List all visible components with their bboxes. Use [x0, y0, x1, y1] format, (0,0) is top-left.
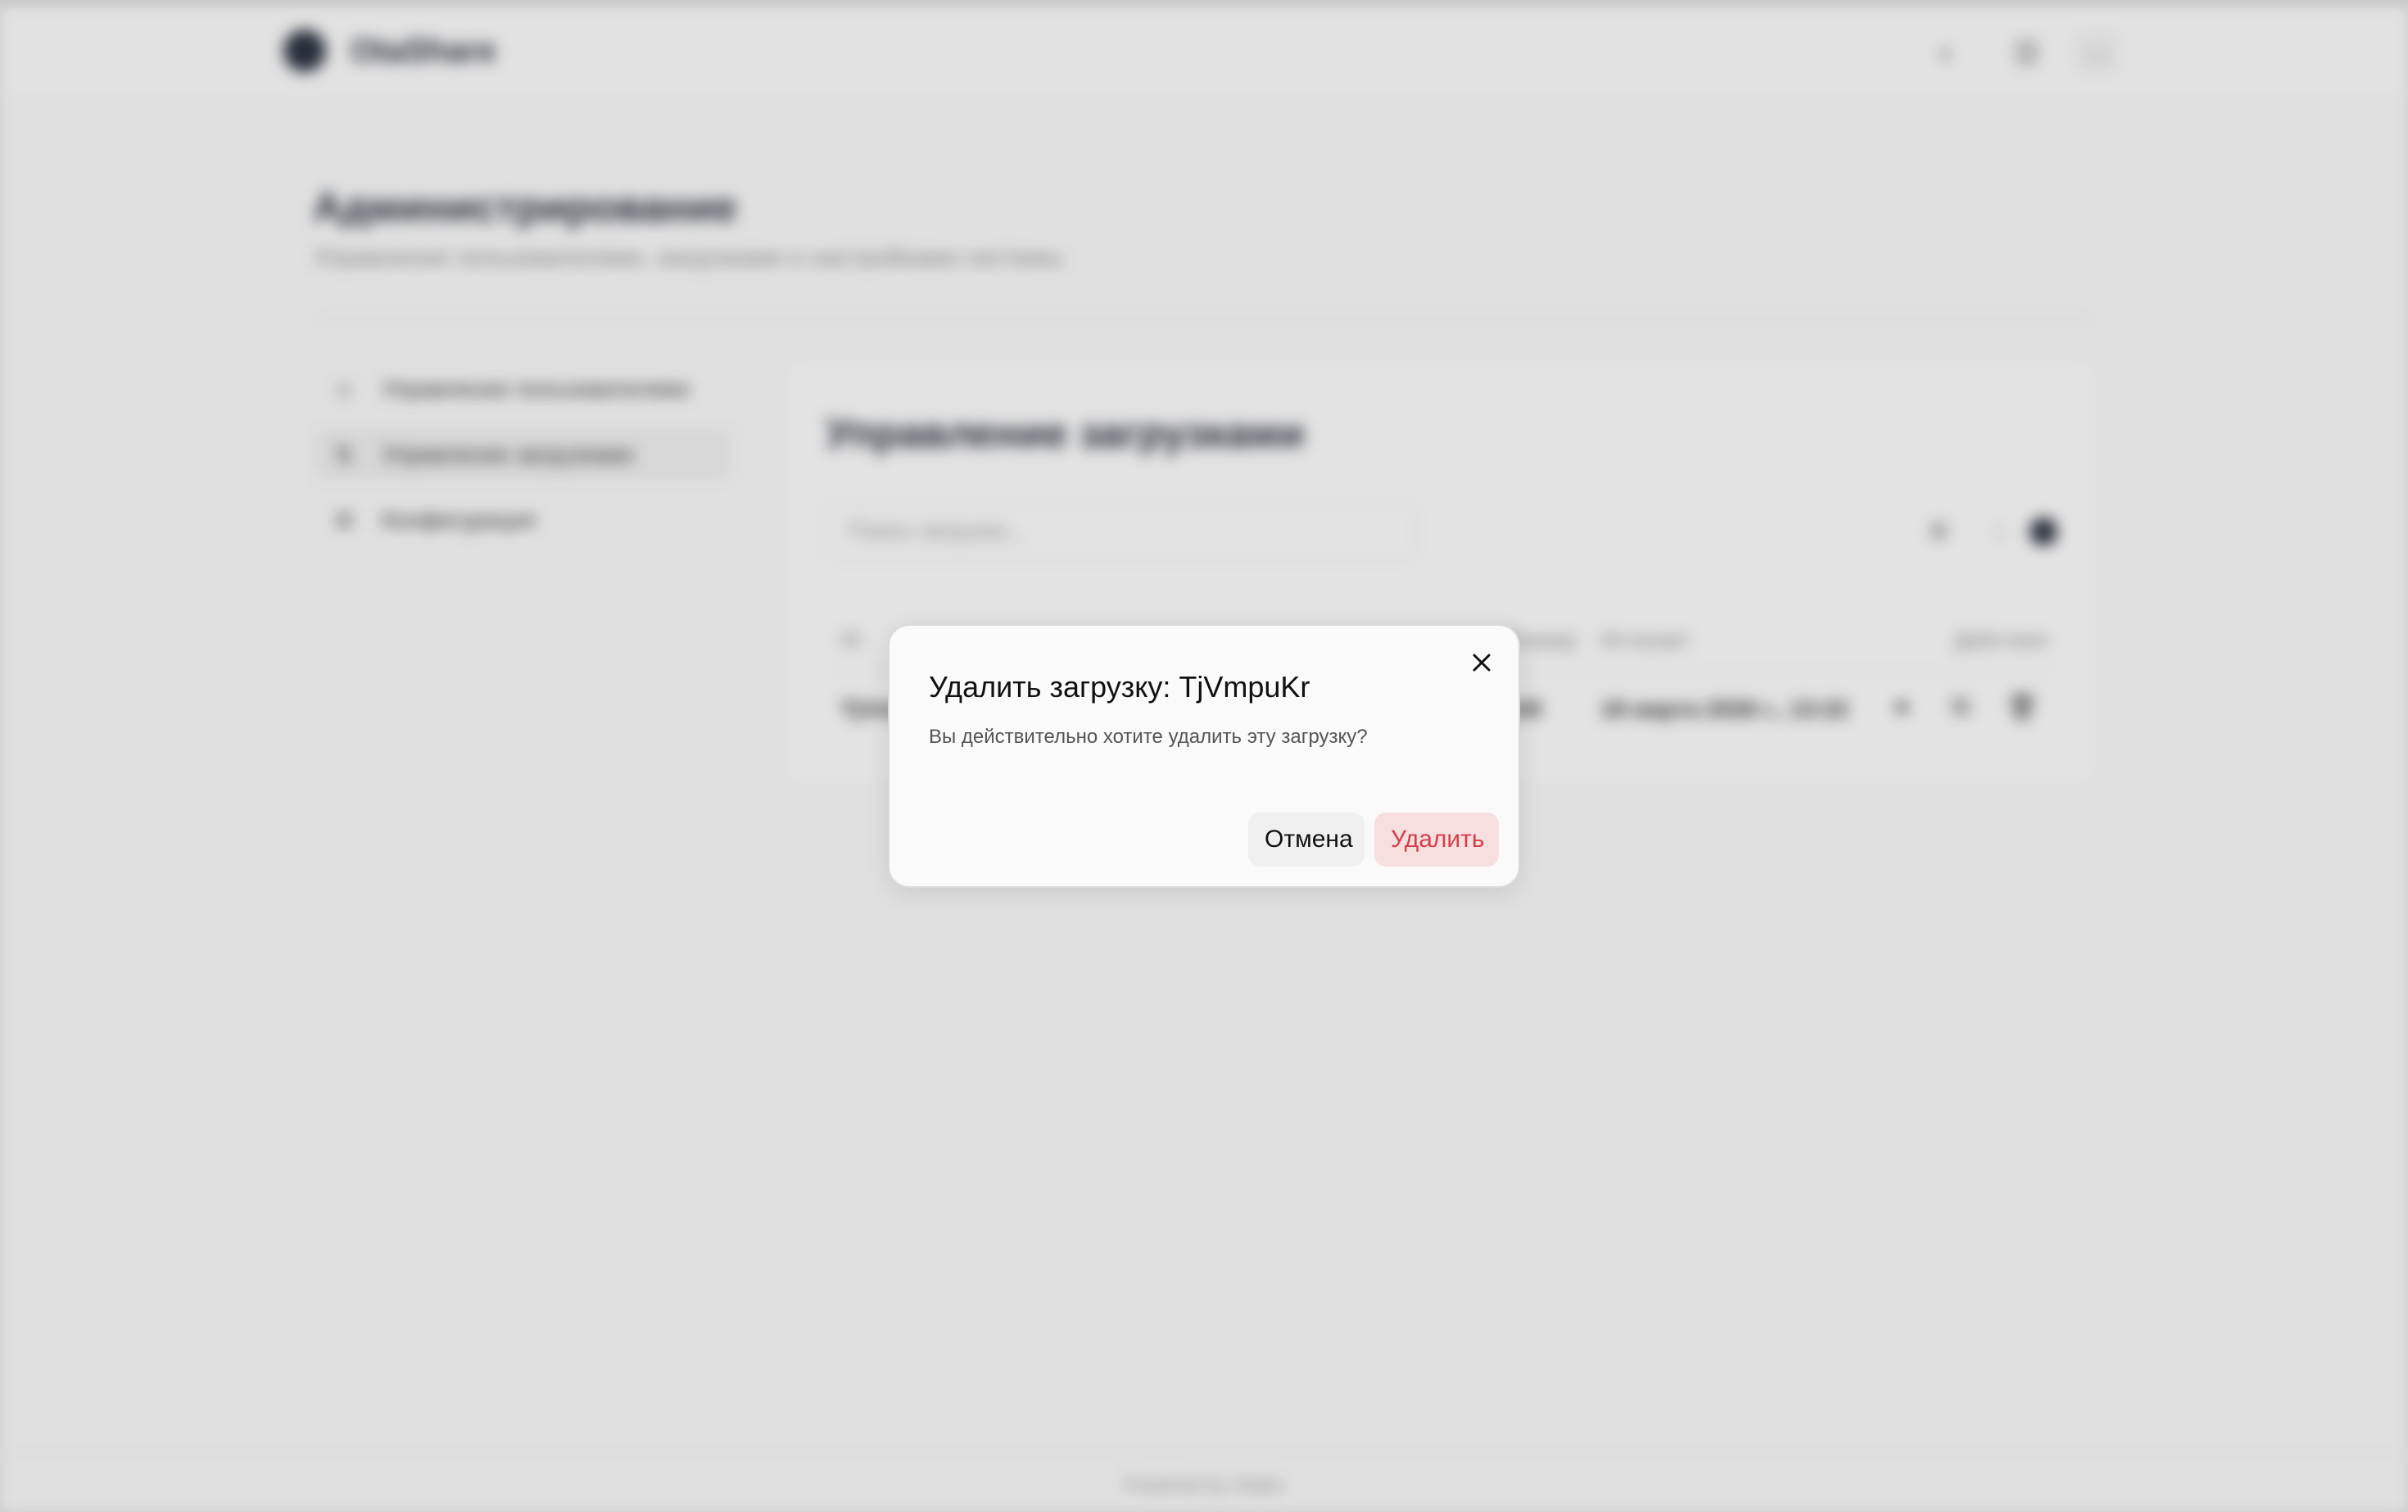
cancel-button[interactable]: Отмена: [1248, 813, 1365, 867]
delete-upload-dialog: Удалить загрузку: TjVmpuKr Вы действител…: [888, 624, 1520, 888]
dialog-message: Вы действительно хотите удалить эту загр…: [929, 726, 1368, 748]
close-icon: [1473, 654, 1491, 672]
close-button[interactable]: [1463, 644, 1500, 681]
dialog-title: Удалить загрузку: TjVmpuKr: [929, 670, 1310, 704]
page: OtaShare ◐ ⛓ … Администрирование Управле…: [0, 0, 2408, 1512]
delete-button[interactable]: Удалить: [1374, 813, 1499, 867]
